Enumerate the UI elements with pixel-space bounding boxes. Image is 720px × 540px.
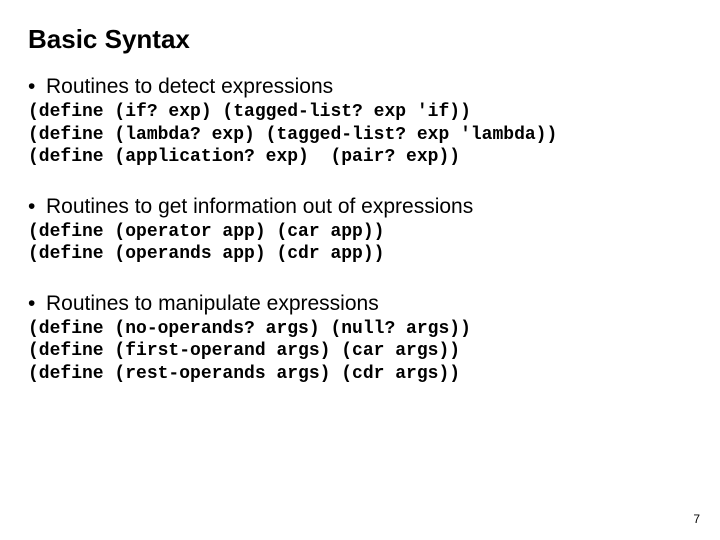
code-block-0: (define (if? exp) (tagged-list? exp 'if)… [28, 101, 692, 169]
bullet-dot: • [28, 76, 46, 97]
section-heading-text: Routines to manipulate expressions [46, 292, 379, 316]
page-number: 7 [693, 512, 700, 526]
bullet-dot: • [28, 293, 46, 314]
code-block-1: (define (operator app) (car app)) (defin… [28, 221, 692, 266]
section-heading-text: Routines to detect expressions [46, 75, 333, 99]
section-heading-text: Routines to get information out of expre… [46, 195, 473, 219]
bullet-dot: • [28, 196, 46, 217]
slide-title: Basic Syntax [28, 24, 692, 55]
section-heading-2: • Routines to manipulate expressions [28, 292, 692, 316]
section-heading-1: • Routines to get information out of exp… [28, 195, 692, 219]
code-block-2: (define (no-operands? args) (null? args)… [28, 318, 692, 386]
section-heading-0: • Routines to detect expressions [28, 75, 692, 99]
